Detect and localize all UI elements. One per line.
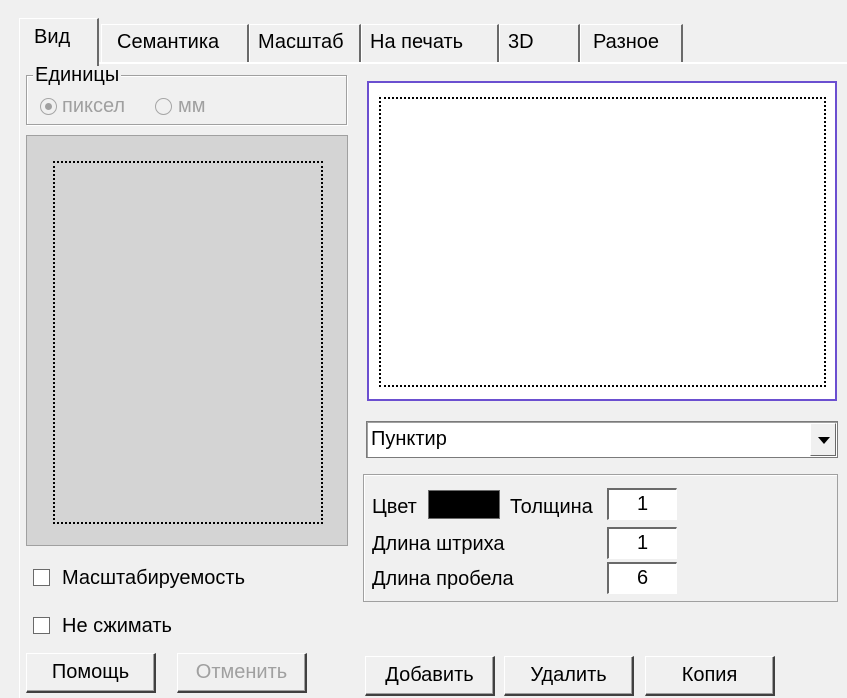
units-legend: Единицы (33, 64, 122, 86)
tab-panel-left-border (19, 62, 20, 698)
radio-dot-icon (45, 103, 52, 110)
no-compress-label: Не сжимать (62, 615, 172, 637)
copy-button[interactable]: Копия (645, 656, 775, 696)
dotted-outline (53, 161, 323, 524)
tab-misc[interactable]: Разное (580, 24, 683, 62)
dropdown-button[interactable] (810, 423, 836, 456)
no-compress-checkbox[interactable] (33, 617, 50, 634)
pixel-radio-label: пиксел (62, 95, 126, 117)
line-preview (367, 81, 837, 401)
tab-3d[interactable]: 3D (499, 24, 580, 62)
pixel-radio[interactable] (40, 98, 57, 115)
tab-label: Масштаб (258, 31, 344, 53)
mm-radio-label: мм (178, 95, 206, 117)
tab-label: Семантика (117, 31, 220, 53)
line-style-select[interactable]: Пунктир (366, 421, 838, 458)
color-swatch[interactable] (428, 490, 500, 519)
thickness-label: Толщина (510, 496, 593, 518)
symbol-preview-gray (26, 135, 348, 546)
chevron-down-icon (818, 437, 830, 444)
tab-label: Вид (34, 26, 71, 48)
tab-label: На печать (370, 31, 464, 53)
tab-panel-border (19, 62, 847, 64)
tab-print[interactable]: На печать (361, 24, 499, 62)
tab-vid[interactable]: Вид (19, 18, 99, 66)
tab-scale[interactable]: Масштаб (249, 24, 361, 62)
thickness-field[interactable]: 1 (607, 488, 677, 520)
gap-length-label: Длина пробела (372, 568, 514, 590)
gap-length-field[interactable]: 6 (607, 562, 677, 594)
scalable-label: Масштабируемость (62, 567, 245, 589)
tab-label: Разное (593, 31, 660, 53)
add-button[interactable]: Добавить (365, 656, 495, 696)
tab-semantics[interactable]: Семантика (101, 24, 249, 62)
cancel-button[interactable]: Отменить (177, 653, 307, 693)
dash-length-label: Длина штриха (372, 533, 505, 555)
color-label: Цвет (372, 496, 417, 518)
dash-length-field[interactable]: 1 (607, 527, 677, 559)
dotted-outline (379, 97, 826, 387)
mm-radio[interactable] (155, 98, 172, 115)
help-button[interactable]: Помощь (26, 653, 156, 693)
tab-label: 3D (508, 31, 534, 53)
scalable-checkbox[interactable] (33, 569, 50, 586)
delete-button[interactable]: Удалить (504, 656, 634, 696)
tab-strip: Вид Семантика Масштаб На печать 3D Разно… (0, 0, 847, 70)
line-style-value: Пунктир (371, 428, 447, 450)
